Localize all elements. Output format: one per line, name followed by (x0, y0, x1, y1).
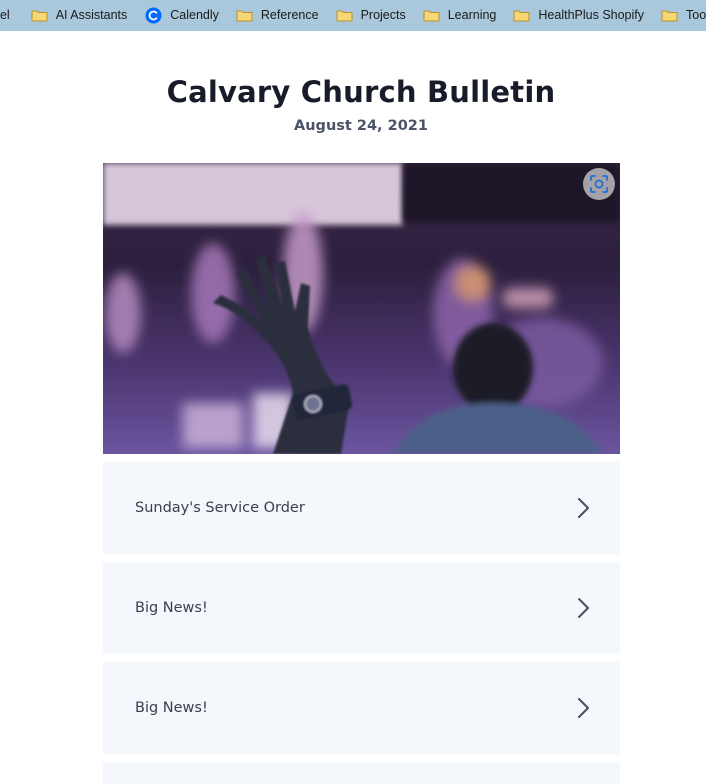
page-title: Calvary Church Bulletin (166, 75, 556, 109)
bookmark-label: Reference (260, 8, 319, 22)
folder-icon (423, 9, 440, 22)
bookmark-learning[interactable]: Learning (423, 0, 506, 31)
bookmark-calendly[interactable]: Calendly (145, 0, 228, 31)
visual-search-icon (590, 175, 608, 193)
card-label: Big News! (135, 700, 208, 716)
bulletin-date: August 24, 2021 (294, 118, 428, 134)
bookmark-label: pel (0, 8, 10, 22)
bookmark-ai-assistants[interactable]: AI Assistants (31, 0, 137, 31)
bookmark-label: HealthPlus Shopify (538, 8, 645, 22)
bookmark-reference[interactable]: Reference (236, 0, 328, 31)
calendly-icon (145, 7, 162, 24)
bookmark-label: Learning (447, 8, 497, 22)
bookmark-label: Tools (686, 8, 706, 22)
visual-search-button[interactable] (583, 168, 615, 200)
folder-icon (236, 9, 253, 22)
bookmark-projects[interactable]: Projects (336, 0, 415, 31)
card-label: Big News! (135, 600, 208, 616)
card-service-order[interactable]: Sunday's Service Order (103, 462, 620, 554)
bookmark-label: AI Assistants (55, 8, 128, 22)
folder-icon (31, 9, 48, 22)
worship-photo (103, 163, 620, 454)
hero-image (103, 163, 620, 454)
card-big-news-2[interactable]: Big News! (103, 662, 620, 754)
folder-icon (513, 9, 530, 22)
bookmark-label: Projects (360, 8, 406, 22)
bookmark-healthplus-shopify[interactable]: HealthPlus Shopify (513, 0, 653, 31)
card-big-news-1[interactable]: Big News! (103, 562, 620, 654)
chevron-right-icon (578, 498, 589, 518)
page-content: Calvary Church Bulletin August 24, 2021 (0, 31, 706, 784)
folder-icon (336, 9, 353, 22)
folder-icon (661, 9, 678, 22)
card-next[interactable] (103, 762, 620, 784)
chevron-right-icon (578, 698, 589, 718)
chevron-right-icon (578, 598, 589, 618)
bookmarks-bar: pel AI Assistants Calendly Reference Pro… (0, 0, 706, 31)
card-label: Sunday's Service Order (135, 500, 305, 516)
bookmark-tools[interactable]: Tools (661, 0, 706, 31)
bookmark-label: Calendly (170, 8, 219, 22)
bookmark-pel[interactable]: pel (0, 0, 19, 31)
